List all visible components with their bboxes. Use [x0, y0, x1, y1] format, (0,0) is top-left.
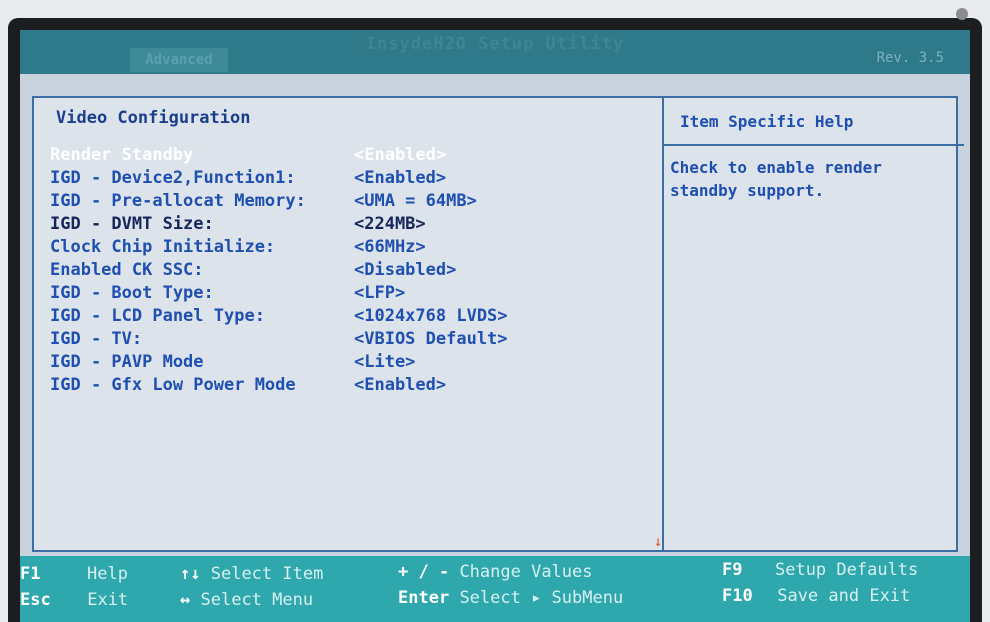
- help-title: Item Specific Help: [664, 98, 964, 146]
- setting-value[interactable]: <Enabled>: [354, 167, 446, 190]
- key-f10-desc: Save and Exit: [777, 586, 911, 606]
- webcam-dot: [956, 8, 968, 20]
- key-enter-desc: Select ▸ SubMenu: [459, 588, 624, 608]
- bios-screen: InsydeH2O Setup Utility Advanced Rev. 3.…: [20, 30, 970, 622]
- setting-value[interactable]: <Enabled>: [354, 374, 446, 397]
- setting-label: IGD - Boot Type:: [50, 283, 214, 303]
- setting-value[interactable]: <66MHz>: [354, 236, 426, 259]
- title-bar: InsydeH2O Setup Utility Advanced Rev. 3.…: [20, 30, 970, 74]
- setting-label: IGD - Pre-allocat Memory:: [50, 191, 306, 211]
- key-esc: Esc Exit: [20, 590, 128, 610]
- key-f1-label: F1: [20, 564, 41, 584]
- key-f9-label: F9: [722, 560, 743, 580]
- setting-value[interactable]: <1024x768 LVDS>: [354, 305, 508, 328]
- setting-value[interactable]: <VBIOS Default>: [354, 328, 508, 351]
- setting-value[interactable]: <Disabled>: [354, 259, 456, 282]
- updown-arrows-icon: ↑↓: [180, 564, 201, 584]
- key-enter-label: Enter: [398, 588, 450, 608]
- setting-render-standby[interactable]: Render Standby <Enabled>: [50, 144, 660, 167]
- key-plusminus-label: + / -: [398, 562, 450, 582]
- revision-label: Rev. 3.5: [876, 50, 944, 66]
- setting-igd-boot-type[interactable]: IGD - Boot Type: <LFP>: [50, 282, 660, 305]
- setting-igd-lcd-panel-type[interactable]: IGD - LCD Panel Type: <1024x768 LVDS>: [50, 305, 660, 328]
- key-f1-desc: Help: [86, 564, 128, 584]
- setting-value[interactable]: <224MB>: [354, 213, 426, 236]
- setting-igd-pavp-mode[interactable]: IGD - PAVP Mode <Lite>: [50, 351, 660, 374]
- setting-label: IGD - Device2,Function1:: [50, 168, 296, 188]
- settings-list: Render Standby <Enabled> IGD - Device2,F…: [50, 144, 660, 397]
- key-plusminus: + / - Change Values: [398, 562, 593, 582]
- setting-value[interactable]: <Enabled>: [354, 144, 446, 167]
- key-leftright: ↔ Select Menu: [180, 590, 313, 610]
- setting-igd-dvmt-size[interactable]: IGD - DVMT Size: <224MB>: [50, 213, 660, 236]
- key-updown-desc: Select Item: [210, 564, 324, 584]
- setting-label: IGD - PAVP Mode: [50, 352, 204, 372]
- key-esc-label: Esc: [20, 590, 51, 610]
- key-enter: Enter Select ▸ SubMenu: [398, 588, 623, 608]
- key-updown: ↑↓ Select Item: [180, 564, 323, 584]
- key-legend-bar: F1 Help Esc Exit ↑↓ Select Item ↔ Select…: [20, 556, 970, 622]
- help-text: Check to enable render standby support.: [670, 158, 882, 200]
- setting-igd-tv[interactable]: IGD - TV: <VBIOS Default>: [50, 328, 660, 351]
- setting-label: Enabled CK SSC:: [50, 260, 204, 280]
- setting-value[interactable]: <UMA = 64MB>: [354, 190, 477, 213]
- section-title: Video Configuration: [56, 108, 251, 128]
- key-leftright-desc: Select Menu: [200, 590, 314, 610]
- setting-igd-device2-function1[interactable]: IGD - Device2,Function1: <Enabled>: [50, 167, 660, 190]
- settings-panel: Video Configuration Render Standby <Enab…: [32, 96, 666, 552]
- key-f10: F10 Save and Exit: [722, 586, 910, 606]
- key-f9-desc: Setup Defaults: [774, 560, 919, 580]
- setting-label: IGD - DVMT Size:: [50, 214, 214, 234]
- setting-label: Render Standby: [50, 145, 194, 165]
- key-f10-label: F10: [722, 586, 753, 606]
- help-panel: Item Specific Help Check to enable rende…: [662, 96, 964, 552]
- setting-clock-chip-initialize[interactable]: Clock Chip Initialize: <66MHz>: [50, 236, 660, 259]
- setting-value[interactable]: <LFP>: [354, 282, 405, 305]
- setting-enabled-ck-ssc[interactable]: Enabled CK SSC: <Disabled>: [50, 259, 660, 282]
- leftright-arrows-icon: ↔: [180, 590, 191, 610]
- setting-label: IGD - LCD Panel Type:: [50, 306, 265, 326]
- setting-label: IGD - Gfx Low Power Mode: [50, 375, 296, 395]
- key-esc-desc: Exit: [87, 590, 129, 610]
- setting-value[interactable]: <Lite>: [354, 351, 415, 374]
- setting-label: Clock Chip Initialize:: [50, 237, 276, 257]
- key-plusminus-desc: Change Values: [459, 562, 593, 582]
- setting-igd-gfx-low-power-mode[interactable]: IGD - Gfx Low Power Mode <Enabled>: [50, 374, 660, 397]
- setting-label: IGD - TV:: [50, 329, 143, 349]
- tab-advanced[interactable]: Advanced: [130, 48, 228, 72]
- key-f9: F9 Setup Defaults: [722, 560, 918, 580]
- key-f1: F1 Help: [20, 564, 128, 584]
- setting-igd-pre-allocat-memory[interactable]: IGD - Pre-allocat Memory: <UMA = 64MB>: [50, 190, 660, 213]
